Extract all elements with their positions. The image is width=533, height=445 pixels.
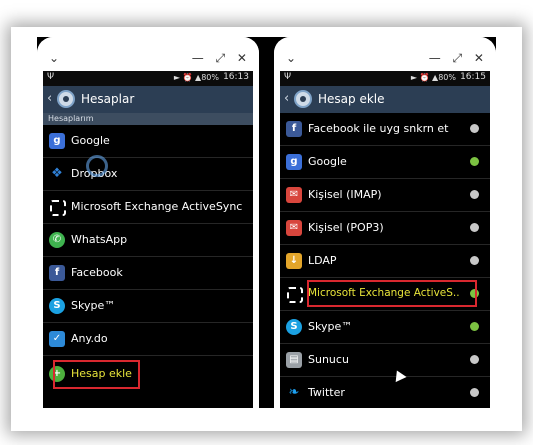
- sync-status-dot: [470, 256, 479, 265]
- account-item-facebook[interactable]: f Facebook: [43, 257, 253, 290]
- account-type-label: Facebook ile uyg snkrn et: [308, 122, 449, 135]
- mail-icon: ✉: [286, 220, 302, 236]
- account-type-twitter[interactable]: ❧ Twitter: [280, 377, 490, 408]
- section-header: Hesaplarım: [43, 113, 253, 125]
- window-controls[interactable]: — ⤢ ✕: [192, 51, 251, 66]
- window-bar: ⌄ — ⤢ ✕: [37, 37, 259, 71]
- account-item-google[interactable]: g Google: [43, 125, 253, 158]
- clock: 16:13: [223, 72, 249, 82]
- account-type-label: Google: [308, 155, 347, 168]
- account-item-skype[interactable]: S Skype™: [43, 290, 253, 323]
- window-controls[interactable]: — ⤢ ✕: [429, 51, 488, 66]
- page-title: Hesap ekle: [318, 92, 385, 106]
- account-type-label: Twitter: [308, 386, 345, 399]
- window-bar: ⌄ — ⤢ ✕: [274, 37, 496, 71]
- facebook-icon: f: [49, 265, 65, 281]
- mail-icon: ✉: [286, 187, 302, 203]
- clock: 16:15: [460, 72, 486, 82]
- skype-icon: S: [49, 298, 65, 314]
- sync-status-dot: [470, 322, 479, 331]
- facebook-icon: f: [286, 121, 302, 137]
- page-title: Hesaplar: [81, 92, 135, 106]
- account-label: Any.do: [71, 332, 108, 345]
- action-bar: ‹ Hesaplar: [43, 86, 253, 113]
- status-icons: ► ⏰ ▲80%: [410, 73, 456, 82]
- sync-status-dot: [470, 223, 479, 232]
- account-item-exchange[interactable]: Microsoft Exchange ActiveSync: [43, 191, 253, 224]
- account-type-label: Sunucu: [308, 353, 349, 366]
- action-bar: ‹ Hesap ekle: [280, 86, 490, 113]
- account-type-skype[interactable]: S Skype™: [280, 311, 490, 344]
- exchange-icon: [287, 287, 303, 303]
- settings-gear-icon: [57, 90, 75, 108]
- sync-status-dot: [470, 190, 479, 199]
- chevron-down-icon[interactable]: ⌄: [49, 51, 59, 65]
- settings-gear-icon: [294, 90, 312, 108]
- exchange-icon: [50, 200, 66, 216]
- dropbox-icon: ❖: [51, 166, 63, 181]
- google-icon: g: [49, 133, 65, 149]
- status-bar: Ψ ► ⏰ ▲80% 16:13: [43, 71, 253, 86]
- account-type-imap[interactable]: ✉ Kişisel (IMAP): [280, 179, 490, 212]
- account-type-label: Kişisel (POP3): [308, 221, 384, 234]
- highlight-add-account: [53, 360, 140, 389]
- account-type-ldap[interactable]: ↓ LDAP: [280, 245, 490, 278]
- account-label: Google: [71, 134, 110, 147]
- sync-status-dot: [470, 355, 479, 364]
- back-icon[interactable]: ‹: [47, 91, 52, 106]
- account-type-label: Skype™: [308, 320, 353, 333]
- account-type-google[interactable]: g Google: [280, 146, 490, 179]
- usb-icon: Ψ: [284, 72, 292, 82]
- whatsapp-icon: ✆: [49, 232, 65, 248]
- account-label: WhatsApp: [71, 233, 128, 246]
- phone-add-account: ⌄ — ⤢ ✕ Ψ ► ⏰ ▲80% 16:15 ‹ Hesap ekle f …: [274, 37, 496, 408]
- account-type-facebook-sync[interactable]: f Facebook ile uyg snkrn et: [280, 113, 490, 146]
- battery-label: 80%: [438, 73, 456, 82]
- account-item-dropbox[interactable]: ❖ Dropbox: [43, 158, 253, 191]
- account-type-label: LDAP: [308, 254, 337, 267]
- phone-accounts: ⌄ — ⤢ ✕ Ψ ► ⏰ ▲80% 16:13 ‹ Hesaplar Hesa…: [37, 37, 259, 408]
- status-bar: Ψ ► ⏰ ▲80% 16:15: [280, 71, 490, 86]
- skype-icon: S: [286, 319, 302, 335]
- account-item-whatsapp[interactable]: ✆ WhatsApp: [43, 224, 253, 257]
- touch-indicator: [86, 155, 108, 177]
- screen: Ψ ► ⏰ ▲80% 16:15 ‹ Hesap ekle f Facebook…: [280, 71, 490, 408]
- account-type-server[interactable]: ▤ Sunucu: [280, 344, 490, 377]
- account-label: Skype™: [71, 299, 116, 312]
- usb-icon: Ψ: [47, 72, 55, 82]
- twitter-icon: ❧: [288, 385, 300, 400]
- anydo-icon: ✓: [49, 331, 65, 347]
- account-type-pop3[interactable]: ✉ Kişisel (POP3): [280, 212, 490, 245]
- sync-status-dot: [470, 388, 479, 397]
- account-label: Microsoft Exchange ActiveSync: [71, 200, 243, 213]
- battery-label: 80%: [201, 73, 219, 82]
- account-item-anydo[interactable]: ✓ Any.do: [43, 323, 253, 356]
- google-icon: g: [286, 154, 302, 170]
- chevron-down-icon[interactable]: ⌄: [286, 51, 296, 65]
- screen: Ψ ► ⏰ ▲80% 16:13 ‹ Hesaplar Hesaplarım g…: [43, 71, 253, 408]
- back-icon[interactable]: ‹: [284, 91, 289, 106]
- server-icon: ▤: [286, 352, 302, 368]
- sync-status-dot: [470, 157, 479, 166]
- sync-status-dot: [470, 124, 479, 133]
- highlight-exchange: [307, 280, 477, 307]
- status-icons: ► ⏰ ▲80%: [173, 73, 219, 82]
- account-label: Facebook: [71, 266, 123, 279]
- ldap-icon: ↓: [286, 253, 302, 269]
- account-type-label: Kişisel (IMAP): [308, 188, 382, 201]
